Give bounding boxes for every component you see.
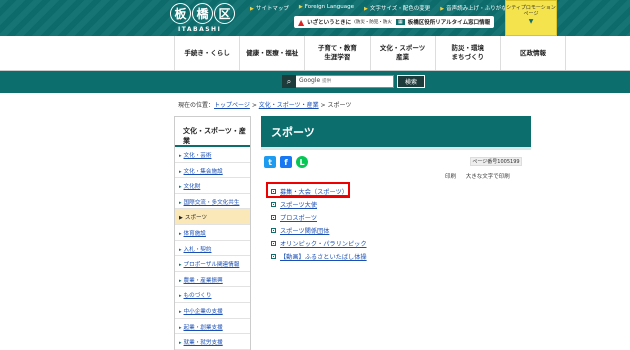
sidebar-item[interactable]: ▸ 入札・契約 <box>175 241 250 257</box>
bullet-icon: ▸ <box>179 153 182 159</box>
sidebar-item[interactable]: ▸ 農業・産業振興 <box>175 272 250 288</box>
bullet-icon: ▸ <box>179 262 182 269</box>
square-bullet-icon <box>271 215 276 220</box>
read-aloud-link[interactable]: ▶ 音声読み上げ・ふりがな <box>440 4 506 12</box>
sidebar-item[interactable]: ▸ 中小企業の支援 <box>175 303 250 319</box>
bullet-icon: ▸ <box>179 230 182 237</box>
bullet-icon: ▸ <box>179 340 182 347</box>
print-button[interactable]: 印刷 <box>445 174 456 180</box>
sidebar-item[interactable]: ▸ プロポーザル関連情報 <box>175 256 250 272</box>
logo-char: 橋 <box>192 3 213 24</box>
square-bullet-icon <box>271 202 276 207</box>
list-item[interactable]: スポーツ大使 <box>271 198 367 211</box>
list-item[interactable]: スポーツ関係団体 <box>271 224 367 237</box>
sidebar-item[interactable]: ▸ ものづくり <box>175 287 250 303</box>
nav-item-education[interactable]: 子育て・教育 生涯学習 <box>304 36 369 70</box>
logo-roman: ITABASHI <box>178 26 222 33</box>
line-icon[interactable]: L <box>296 156 308 168</box>
realtime-counter-button[interactable]: ▦ 板橋区役所リアルタイム窓口情報 <box>392 16 495 28</box>
sitemap-link[interactable]: ▶ サイトマップ <box>250 4 289 12</box>
sidebar-item[interactable]: ▸ 就業・就労支援 <box>175 334 250 350</box>
nav-item-culture-sports[interactable]: 文化・スポーツ 産業 <box>369 36 435 70</box>
sidebar-item[interactable]: ▸ 文化・集会施設 <box>175 163 250 179</box>
bullet-icon: ▸ <box>179 246 182 253</box>
arrow-icon: ▶ <box>298 4 303 10</box>
logo-char: 区 <box>214 3 235 24</box>
nav-item-disaster-environment[interactable]: 防災・環境 まちづくり <box>434 36 500 70</box>
sidebar-item[interactable]: ▸ 体育施設 <box>175 225 250 241</box>
print-links: 印刷 大きな文字で印刷 <box>445 172 510 180</box>
breadcrumb-link-culture[interactable]: 文化・スポーツ・産業 <box>259 102 319 109</box>
page-number: ページ番号1005199 <box>470 157 522 166</box>
twitter-icon[interactable]: t <box>264 156 276 168</box>
breadcrumb-current: スポーツ <box>327 102 352 109</box>
sidebar-item[interactable]: ▸ 文化財 <box>175 178 250 194</box>
site-logo[interactable]: 板 橋 区 ITABASHI <box>170 3 240 35</box>
list-item[interactable]: プロスポーツ <box>271 211 367 224</box>
arrow-icon: ▶ <box>364 6 368 12</box>
bullet-icon: ▸ <box>179 308 182 315</box>
nav-item-administration[interactable]: 区政情報 <box>499 36 567 70</box>
large-print-button[interactable]: 大きな文字で印刷 <box>466 174 510 180</box>
highlight-box <box>266 182 350 198</box>
bullet-icon: ▸ <box>179 324 182 331</box>
list-item[interactable]: オリンピック・パラリンピック <box>271 237 367 250</box>
nav-item-health[interactable]: 健康・医療・福祉 <box>239 36 304 70</box>
breadcrumb-link-top[interactable]: トップページ <box>214 102 250 109</box>
warning-icon: ▲ <box>298 17 305 27</box>
sidebar-heading: 文化・スポーツ・産業 <box>175 117 250 147</box>
bullet-icon: ▸ <box>179 277 182 284</box>
bullet-icon: ▶ <box>179 215 183 222</box>
top-links: ▶ サイトマップ ▶ Foreign Language ▶ 文字サイズ・配色の変更 ▶… <box>250 4 507 12</box>
logo-char: 板 <box>170 3 191 24</box>
breadcrumb: 現在の位置：トップページ > 文化・スポーツ・産業 > スポーツ <box>178 102 352 109</box>
arrow-icon: ▶ <box>440 6 445 12</box>
bullet-icon: ▸ <box>179 184 182 191</box>
bullet-icon: ▸ <box>179 199 182 206</box>
city-promotion-banner[interactable]: シティプロモーションページ ▼ <box>505 0 557 36</box>
square-bullet-icon <box>271 241 276 246</box>
square-bullet-icon <box>271 228 276 233</box>
sidebar-item[interactable]: ▸ 文化・芸術 <box>175 147 250 163</box>
page-title: スポーツ <box>261 116 531 150</box>
facebook-icon[interactable]: f <box>280 156 292 168</box>
global-nav: 手続き・くらし 健康・医療・福祉 子育て・教育 生涯学習 文化・スポーツ 産業 … <box>174 36 567 70</box>
sidebar-item[interactable]: ▸ 起業・創業支援 <box>175 319 250 335</box>
square-bullet-icon <box>271 254 276 259</box>
chevron-down-icon: ▼ <box>528 18 534 25</box>
nav-item-procedures[interactable]: 手続き・くらし <box>174 36 239 70</box>
search-placeholder: Google 提供 <box>299 77 332 84</box>
foreign-language-link[interactable]: ▶ Foreign Language <box>299 4 354 12</box>
search-button[interactable]: 検索 <box>397 75 425 88</box>
emergency-button[interactable]: ▲ いざというときに (防災・防犯・防火) <box>294 16 398 28</box>
sidebar-item[interactable]: ▸ 国際交流・多文化共生 <box>175 194 250 210</box>
font-size-link[interactable]: ▶ 文字サイズ・配色の変更 <box>364 4 430 12</box>
search-icon: ⌕ <box>282 75 296 88</box>
bullet-icon: ▸ <box>179 293 182 300</box>
sidebar-item-active[interactable]: ▶ スポーツ <box>175 209 250 225</box>
bullet-icon: ▸ <box>179 168 182 175</box>
list-item[interactable]: 【動画】ふるさといたばし体操 <box>271 250 367 263</box>
sidebar: 文化・スポーツ・産業 ▸ 文化・芸術 ▸ 文化・集会施設 ▸ 文化財 ▸ 国際交流・多文… <box>174 116 251 350</box>
arrow-icon: ▶ <box>250 6 254 12</box>
building-icon: ▦ <box>396 19 405 25</box>
